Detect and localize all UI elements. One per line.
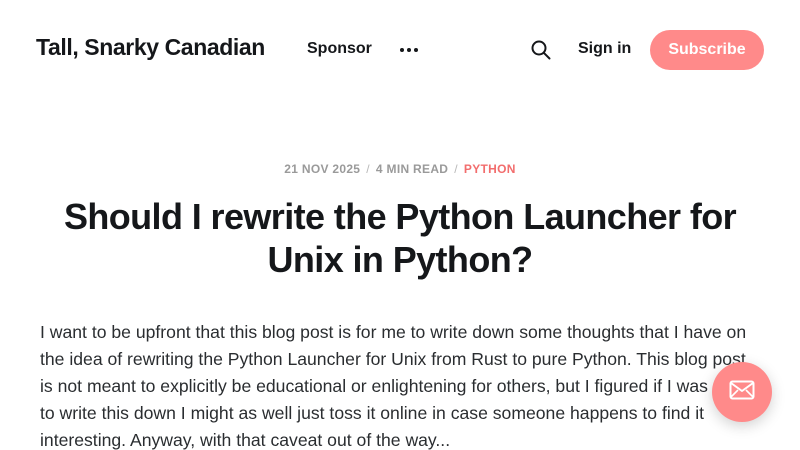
meta-separator: / <box>366 162 370 176</box>
post-tag[interactable]: PYTHON <box>464 162 516 176</box>
nav-item-sponsor[interactable]: Sponsor <box>307 40 372 58</box>
subscribe-button[interactable]: Subscribe <box>650 30 764 70</box>
page: Tall, Snarky Canadian Sponsor Sign in Su… <box>0 0 800 450</box>
mail-icon <box>729 380 755 405</box>
post-date: 21 NOV 2025 <box>284 162 361 176</box>
search-icon[interactable] <box>530 39 552 61</box>
post-excerpt: I want to be upfront that this blog post… <box>40 322 756 450</box>
post-read-time: 4 MIN READ <box>375 162 449 176</box>
meta-separator: / <box>454 162 458 176</box>
post-meta: 21 NOV 2025 / 4 MIN READ / PYTHON <box>0 162 800 176</box>
post-title: Should I rewrite the Python Launcher for… <box>63 196 737 280</box>
sign-in-link[interactable]: Sign in <box>578 40 631 58</box>
more-horizontal-icon[interactable] <box>399 43 419 57</box>
portal-trigger-button[interactable] <box>712 362 772 422</box>
site-title[interactable]: Tall, Snarky Canadian <box>36 34 265 61</box>
site-header: Tall, Snarky Canadian Sponsor Sign in Su… <box>0 0 800 100</box>
